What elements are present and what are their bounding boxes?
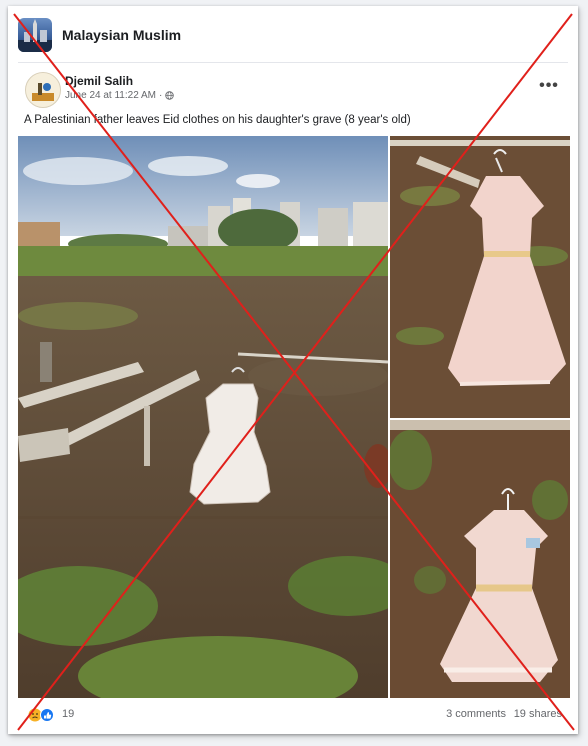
like-reaction-icon [40, 708, 54, 722]
more-options-button[interactable]: ••• [536, 78, 562, 96]
post-footer: 19 3 comments 19 shares [18, 704, 568, 726]
photo-top-right[interactable] [390, 136, 570, 418]
meta-separator: · [159, 90, 163, 101]
reaction-count[interactable]: 19 [62, 708, 74, 720]
reaction-icons[interactable] [28, 708, 58, 722]
header-divider [18, 62, 568, 63]
comments-link[interactable]: 3 comments [446, 708, 506, 720]
post-caption: A Palestinian father leaves Eid clothes … [24, 114, 411, 126]
photo-main[interactable] [18, 136, 388, 698]
sad-reaction-icon [28, 708, 42, 722]
post-meta: June 24 at 11:22 AM · [65, 90, 175, 101]
author-avatar[interactable] [25, 72, 61, 108]
group-avatar[interactable] [18, 18, 52, 52]
post-card: Malaysian Muslim Djemil Salih June 24 at… [8, 6, 578, 734]
group-name[interactable]: Malaysian Muslim [62, 27, 181, 43]
group-header: Malaysian Muslim [18, 18, 568, 54]
post-timestamp[interactable]: June 24 at 11:22 AM [65, 90, 156, 101]
shares-link[interactable]: 19 shares [514, 708, 562, 720]
photo-bottom-right[interactable] [390, 420, 570, 698]
author-name[interactable]: Djemil Salih [65, 74, 133, 88]
globe-icon [165, 91, 175, 100]
